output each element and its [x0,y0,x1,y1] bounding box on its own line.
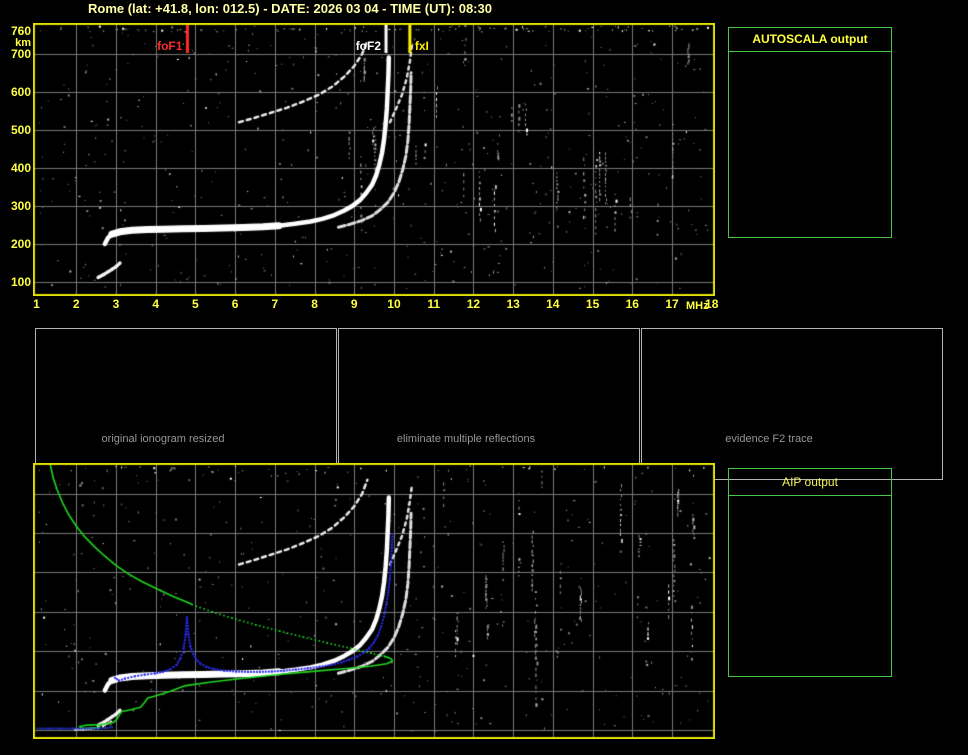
marker-label-foF1: foF1 [157,39,183,53]
x-tick-4: 4 [152,297,159,311]
x-tick-5: 5 [192,297,199,311]
x-tick-9: 9 [350,297,358,311]
bottom-ionogram-plot [33,463,715,739]
x-tick-12: 12 [466,297,481,311]
thumbnail-eliminate-reflections [338,328,640,480]
x-tick-1: 1 [33,297,40,311]
x-axis-unit-mhz: MHz [686,300,709,312]
x-tick-17: 17 [665,297,679,311]
y-axis-unit-km: km [15,37,31,49]
thumbnail-label-original: original ionogram resized [101,433,225,445]
y-tick-300: 300 [10,198,31,213]
x-tick-3: 3 [112,297,120,311]
y-tick-200: 200 [10,236,31,251]
aip-output-table: AIP output [728,468,892,677]
y-tick-600: 600 [10,84,31,99]
y-tick-100: 100 [10,275,31,289]
top-ionogram-plot [33,23,715,296]
x-tick-6: 6 [231,297,239,311]
x-tick-11: 11 [427,297,441,311]
aip-table-header: AIP output [729,469,891,496]
autoscala-output-table: AUTOSCALA output [728,27,892,238]
x-tick-16: 16 [625,297,639,311]
autoscala-screen: { "title": "Rome (lat: +41.8, lon: 012.5… [0,0,968,755]
thumbnail-evidence-f2-trace [641,328,943,480]
thumbnail-label-evidence: evidence F2 trace [725,433,813,445]
x-tick-15: 15 [585,297,600,311]
y-tick-500: 500 [10,122,31,137]
x-tick-2: 2 [72,297,80,311]
thumbnail-original-ionogram [35,328,337,480]
marker-label-fxI: fxI [414,39,429,53]
x-tick-10: 10 [387,297,401,311]
marker-label-foF2: foF2 [355,39,382,53]
thumbnail-label-eliminate: eliminate multiple reflections [396,433,536,445]
y-tick-760: 760 [10,24,31,38]
y-tick-400: 400 [10,160,31,175]
x-tick-7: 7 [271,297,279,311]
x-tick-13: 13 [506,297,520,311]
x-tick-8: 8 [311,297,318,311]
page-title: Rome (lat: +41.8, lon: 012.5) - DATE: 20… [88,1,492,16]
x-tick-14: 14 [546,297,560,311]
autoscala-table-header: AUTOSCALA output [729,28,891,52]
